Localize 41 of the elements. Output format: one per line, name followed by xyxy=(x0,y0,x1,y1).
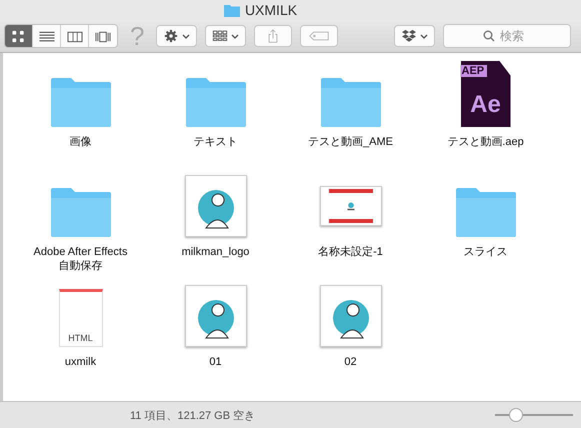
help-icon[interactable]: ? xyxy=(130,25,144,47)
view-mode-control[interactable] xyxy=(4,24,118,48)
action-menu-button[interactable] xyxy=(156,25,198,47)
file-name: 02 xyxy=(343,355,358,369)
arrange-menu-button[interactable] xyxy=(205,25,246,47)
file-name: milkman_logo xyxy=(180,245,250,259)
view-button[interactable] xyxy=(5,25,33,47)
folder-icon xyxy=(454,187,518,237)
gear-icon xyxy=(163,29,180,43)
search-field[interactable]: 検索 xyxy=(443,24,571,48)
file-name: 名称未設定-1 xyxy=(317,245,384,259)
window-title: UXMILK xyxy=(244,2,298,18)
tag-icon xyxy=(309,29,330,43)
file-name: スライス xyxy=(462,245,508,259)
file-name: 画像 xyxy=(68,135,92,149)
folder-icon xyxy=(48,77,112,127)
folder-icon xyxy=(184,77,248,127)
file-name: テキスト xyxy=(192,135,238,149)
image-thumbnail xyxy=(320,186,382,226)
dropbox-menu-button[interactable] xyxy=(394,25,435,47)
box-icon xyxy=(401,29,417,43)
file-name: 01 xyxy=(208,355,223,369)
image-thumbnail xyxy=(320,285,382,347)
file-name: テスと動画.aep xyxy=(446,135,525,149)
folder-icon xyxy=(318,77,382,127)
image-thumbnail xyxy=(184,285,246,347)
file-name: テスと動画_AME xyxy=(307,135,394,149)
caret-icon xyxy=(420,34,428,38)
file-name: uxmilk xyxy=(64,355,98,369)
html-file-icon: HTML xyxy=(58,289,102,347)
folder-icon xyxy=(48,187,112,237)
image-thumbnail xyxy=(184,175,246,237)
slider-thumb[interactable] xyxy=(509,408,524,422)
zoom-slider[interactable] xyxy=(495,408,573,422)
grid-icon xyxy=(212,29,228,43)
after-effects-file-icon: AEP Ae xyxy=(460,61,510,127)
folder-icon xyxy=(224,4,240,16)
caret-icon xyxy=(182,34,190,38)
status-text: 11 項目、121.27 GB 空き xyxy=(130,408,256,422)
caret-icon xyxy=(231,34,240,38)
file-name: Adobe After Effects 自動保存 xyxy=(32,245,128,273)
